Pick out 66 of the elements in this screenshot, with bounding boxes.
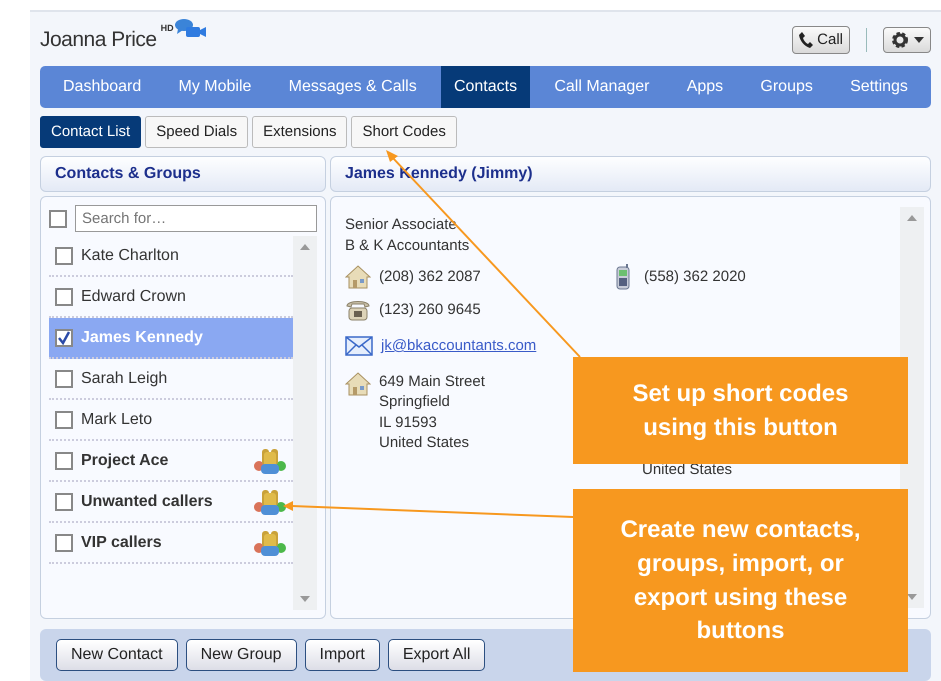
contact-name: Kate Charlton xyxy=(81,246,179,266)
nav-tab[interactable]: Call Manager xyxy=(541,66,662,108)
phone-number: (208) 362 2087 xyxy=(379,266,481,287)
email-link[interactable]: jk@bkaccountants.com xyxy=(381,336,536,356)
checkbox[interactable] xyxy=(55,452,73,470)
nav-tab[interactable]: Messages & Calls xyxy=(276,66,430,108)
settings-icon xyxy=(890,30,910,50)
caret-icon xyxy=(914,36,924,43)
nav-tab[interactable]: Settings xyxy=(837,66,921,108)
checkbox[interactable] xyxy=(55,492,73,511)
callout-box: Create new contacts, groups, import, or export using these buttons xyxy=(573,489,908,672)
house-icon xyxy=(345,372,371,396)
action-button[interactable]: Import xyxy=(304,639,380,671)
call-button[interactable]: Call xyxy=(792,26,850,54)
group-icon xyxy=(253,488,287,516)
callout-box: Set up short codes using this button xyxy=(573,357,908,464)
envelope-icon xyxy=(345,336,373,356)
mobile-phone-icon xyxy=(615,264,631,290)
checkbox[interactable] xyxy=(55,288,73,306)
checkbox[interactable] xyxy=(55,370,73,388)
company-name: B & K Accountants xyxy=(345,236,470,256)
scroll-down-icon[interactable] xyxy=(300,596,310,602)
nav-tab[interactable]: Groups xyxy=(747,66,826,108)
checkbox[interactable] xyxy=(55,246,73,265)
action-button[interactable]: New Contact xyxy=(56,639,178,671)
contact-name: Edward Crown xyxy=(81,286,186,307)
video-chat-icon xyxy=(174,18,208,40)
sub-tab[interactable]: Short Codes xyxy=(351,116,457,148)
sub-tab[interactable]: Extensions xyxy=(252,116,348,148)
sub-tab[interactable]: Contact List xyxy=(40,116,142,148)
contact-name: Mark Leto xyxy=(81,410,152,430)
search-field[interactable]: Search for… xyxy=(75,205,317,232)
action-button[interactable]: Export All xyxy=(388,639,486,671)
user-name: Joanna Price xyxy=(40,27,157,54)
settings-menu-button[interactable] xyxy=(883,26,931,53)
group-name: Unwanted callers xyxy=(81,492,213,512)
group-icon xyxy=(253,446,287,475)
group-name: Project Ace xyxy=(81,450,168,471)
group-icon xyxy=(253,528,287,557)
nav-tab[interactable]: Apps xyxy=(674,66,736,108)
scrollbar[interactable] xyxy=(293,236,317,610)
scroll-down-icon[interactable] xyxy=(907,594,917,600)
nav-tab[interactable]: Contacts xyxy=(440,66,530,108)
contact-list-item[interactable]: VIP callers xyxy=(49,523,293,564)
hd-label: HD xyxy=(160,22,174,35)
nav-tab[interactable]: Dashboard xyxy=(50,66,154,108)
house-icon xyxy=(345,264,371,289)
nav-tab[interactable]: My Mobile xyxy=(166,66,264,108)
phone-number: (123) 260 9645 xyxy=(379,300,481,320)
select-all-checkbox[interactable] xyxy=(49,210,67,228)
action-button[interactable]: New Group xyxy=(186,639,297,671)
scroll-up-icon[interactable] xyxy=(907,215,917,222)
group-name: VIP callers xyxy=(81,532,162,553)
panel-title: Contacts & Groups xyxy=(40,156,326,192)
address-text: 649 Main Street Springfield IL 91593 United States xyxy=(379,372,485,453)
scroll-up-icon[interactable] xyxy=(300,244,310,250)
contact-list-item[interactable]: Project Ace xyxy=(49,441,293,482)
sub-tab[interactable]: Speed Dials xyxy=(145,116,248,148)
job-title: Senior Associate xyxy=(345,215,458,236)
contact-name: James Kennedy xyxy=(81,328,203,348)
phone-number: (558) 362 2020 xyxy=(644,266,746,287)
phone-icon xyxy=(799,32,814,48)
checkbox[interactable] xyxy=(55,328,73,347)
checkbox[interactable] xyxy=(55,410,73,429)
checkbox[interactable] xyxy=(55,534,73,552)
contact-name: Sarah Leigh xyxy=(81,368,168,389)
